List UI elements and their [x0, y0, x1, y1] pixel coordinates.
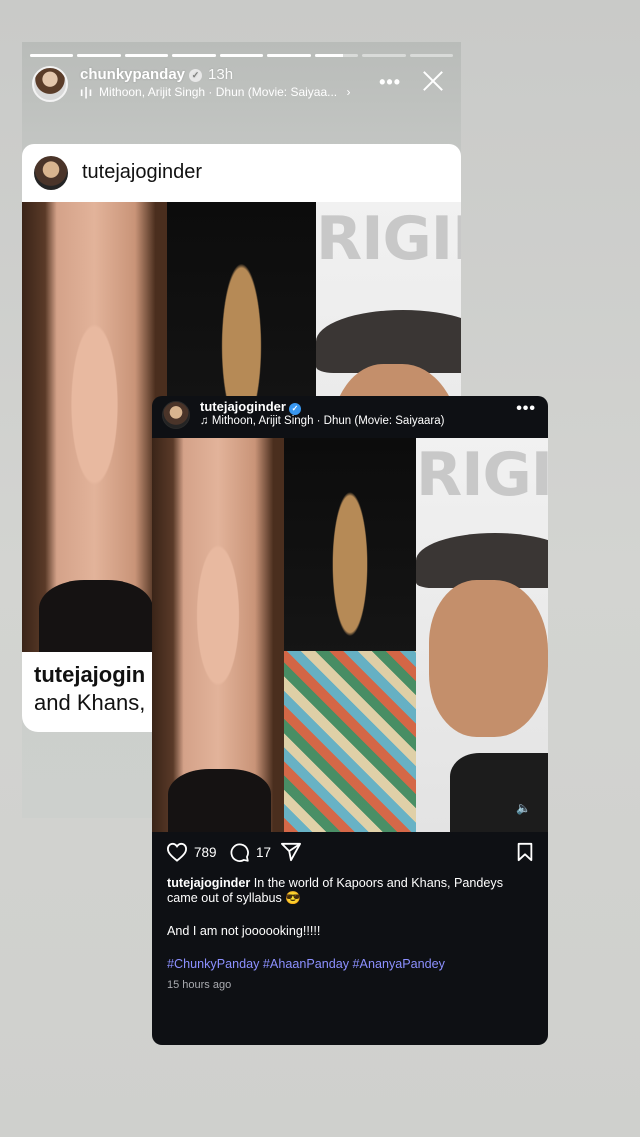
more-options-icon[interactable]: ••• [379, 72, 401, 93]
chevron-right-icon: › [346, 85, 351, 99]
heart-icon [166, 842, 188, 862]
photo-ananya [152, 438, 284, 832]
story-progress-segment [362, 54, 406, 57]
avatar [34, 156, 68, 190]
story-music-row[interactable]: ı|ı Mithoon, Arijit Singh · Dhun (Movie: … [80, 85, 350, 99]
photo-ahaan: RIGIN [416, 438, 548, 832]
shared-post-header: tutejajoginder [22, 144, 461, 202]
magazine-title: RIGIN [316, 204, 461, 274]
story-avatar[interactable] [32, 66, 68, 102]
story-progress-segment [77, 54, 121, 57]
shared-post-username: tutejajoginder [82, 161, 203, 183]
story-header: chunkypanday ✓ 13h ı|ı Mithoon, Arijit Sing… [32, 66, 453, 106]
save-button[interactable] [516, 842, 534, 862]
caption-line-2: And I am not joooooking!!!!! [167, 924, 321, 938]
story-progress-bar [30, 54, 453, 57]
photo-chunky [284, 438, 416, 832]
verified-badge-icon: ✓ [189, 69, 203, 82]
send-icon [280, 842, 301, 862]
story-username[interactable]: chunkypanday [80, 66, 185, 83]
comment-count: 17 [256, 845, 272, 860]
post-media[interactable]: RIGIN 🔈 [152, 438, 548, 832]
story-progress-segment [314, 54, 359, 57]
caption-username[interactable]: tutejajoginder [167, 876, 250, 890]
avatar[interactable] [162, 401, 190, 429]
story-progress-segment [124, 54, 169, 57]
story-music-text: Mithoon, Arijit Singh · Dhun (Movie: Sai… [99, 85, 338, 99]
speaker-icon[interactable]: 🔈 [516, 802, 531, 814]
story-progress-segment [409, 54, 453, 57]
post-music-row[interactable]: ♫ Mithoon, Arijit Singh · Dhun (Movie: S… [200, 415, 444, 427]
music-note-icon: ♫ [200, 415, 209, 427]
like-count: 789 [194, 844, 217, 860]
post-username-row[interactable]: tutejajoginder ✓ [200, 399, 301, 415]
story-username-row[interactable]: chunkypanday ✓ 13h [80, 66, 233, 83]
like-button[interactable]: 789 [166, 842, 217, 862]
photo-ananya [22, 202, 167, 652]
story-progress-segment [267, 54, 311, 57]
post-username[interactable]: tutejajoginder [200, 399, 286, 414]
share-button[interactable] [280, 842, 302, 862]
comment-icon [230, 843, 249, 862]
story-progress-segment [30, 54, 74, 57]
post-header: tutejajoginder ✓ ♫ Mithoon, Arijit Singh … [152, 396, 548, 438]
story-progress-segment [219, 54, 264, 57]
comment-button[interactable]: 17 [229, 842, 271, 863]
post-music-text: Mithoon, Arijit Singh · Dhun (Movie: Sai… [211, 415, 445, 427]
reel-post-card[interactable]: tutejajoginder ✓ ♫ Mithoon, Arijit Singh … [152, 396, 548, 1045]
post-timestamp: 15 hours ago [167, 979, 232, 991]
post-caption: tutejajoginder In the world of Kapoors a… [167, 876, 532, 906]
bookmark-icon [517, 842, 533, 862]
caption-hashtags[interactable]: #ChunkyPanday #AhaanPanday #AnanyaPandey [167, 957, 445, 971]
more-options-icon[interactable]: ••• [516, 400, 536, 418]
magazine-title: RIGIN [416, 440, 548, 510]
story-time: 13h [208, 66, 234, 83]
close-icon[interactable] [421, 68, 445, 92]
verified-badge-icon: ✓ [288, 403, 301, 415]
music-bars-icon: ı|ı [80, 85, 94, 99]
story-progress-segment [172, 54, 216, 57]
post-actions: 789 17 [152, 842, 548, 868]
